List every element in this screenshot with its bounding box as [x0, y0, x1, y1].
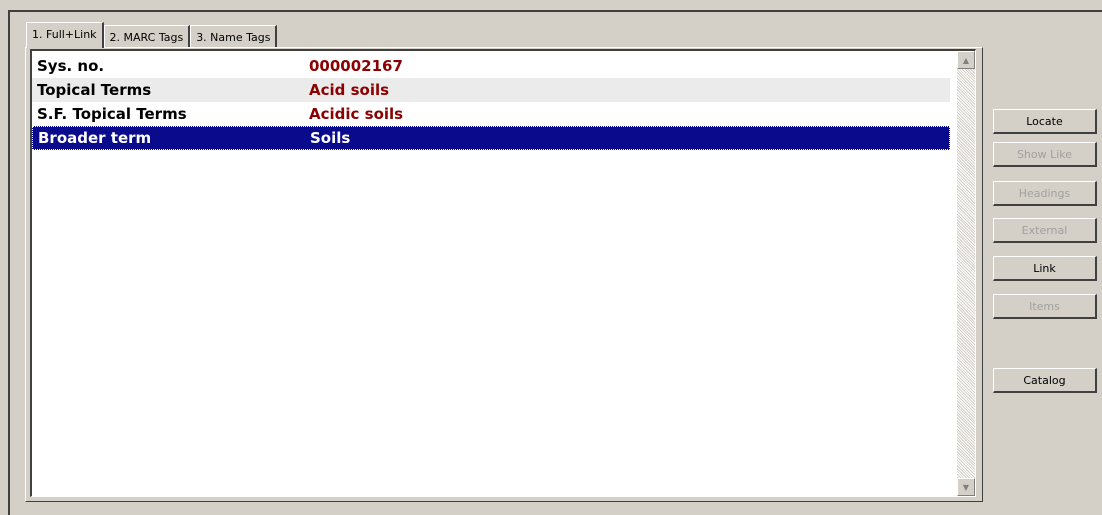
table-row[interactable]: Topical Terms Acid soils: [32, 78, 950, 102]
tab-marc-tags[interactable]: 2. MARC Tags: [103, 25, 191, 48]
locate-button[interactable]: Locate: [993, 109, 1097, 134]
arrow-up-icon[interactable]: ▲: [957, 51, 975, 69]
headings-button[interactable]: Headings: [993, 181, 1097, 206]
record-rows: Sys. no. 000002167 Topical Terms Acid so…: [32, 54, 950, 150]
row-value: 000002167: [309, 57, 403, 75]
table-row[interactable]: S.F. Topical Terms Acidic soils: [32, 102, 950, 126]
items-button[interactable]: Items: [993, 294, 1097, 319]
row-value: Soils: [310, 129, 351, 147]
catalog-button[interactable]: Catalog: [993, 368, 1097, 393]
tab-full-link[interactable]: 1. Full+Link: [26, 22, 104, 48]
table-row[interactable]: Sys. no. 000002167: [32, 54, 950, 78]
row-value: Acidic soils: [309, 105, 404, 123]
record-window: 1. Full+Link 2. MARC Tags 3. Name Tags S…: [8, 10, 1102, 515]
table-row-selected[interactable]: Broader term Soils: [32, 126, 950, 150]
row-label: Topical Terms: [37, 81, 152, 99]
row-label: Sys. no.: [37, 57, 105, 75]
tab-strip: 1. Full+Link 2. MARC Tags 3. Name Tags: [26, 22, 278, 48]
record-list[interactable]: Sys. no. 000002167 Topical Terms Acid so…: [30, 49, 976, 497]
arrow-down-icon[interactable]: ▼: [957, 478, 975, 496]
row-label: Broader term: [38, 129, 152, 147]
vertical-scrollbar[interactable]: ▲ ▼: [957, 51, 975, 496]
tab-name-tags[interactable]: 3. Name Tags: [190, 25, 278, 48]
show-like-button[interactable]: Show Like: [993, 142, 1097, 167]
link-button[interactable]: Link: [993, 256, 1097, 281]
row-label: S.F. Topical Terms: [37, 105, 187, 123]
external-button[interactable]: External: [993, 218, 1097, 243]
row-value: Acid soils: [309, 81, 390, 99]
